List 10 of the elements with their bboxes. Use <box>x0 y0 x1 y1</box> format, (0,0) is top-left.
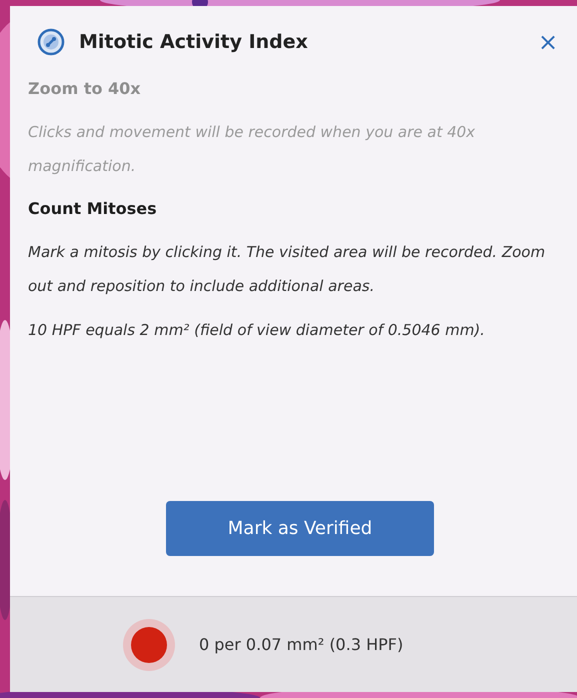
instruction-text: Clicks and movement will be recorded when you are at 40x magnification. <box>28 122 476 176</box>
mark-verified-button[interactable]: Mark as Verified <box>166 501 434 556</box>
instruction-text: 10 HPF equals 2 mm² (field of view diameter of 0.5046 mm). <box>28 320 486 340</box>
mitosis-count-text: 0 per 0.07 mm² (0.3 HPF) <box>199 634 404 656</box>
instruction-text: Mark a mitosis by clicking it. The visited area will be recorded. Zoom out and reposition to include additional areas. <box>28 242 546 296</box>
step-heading: Zoom to 40x <box>28 78 142 100</box>
chain-link-icon <box>37 28 65 56</box>
close-button[interactable]: × <box>536 30 560 54</box>
panel-title: Mitotic Activity Index <box>79 30 308 55</box>
step-heading: Count Mitoses <box>28 198 158 220</box>
